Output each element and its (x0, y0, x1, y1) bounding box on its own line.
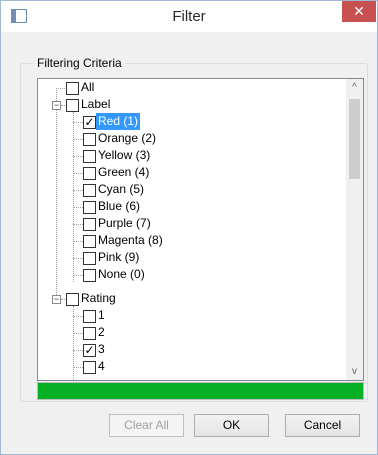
label-expander-icon[interactable]: − (52, 101, 61, 110)
label-checkbox[interactable] (83, 252, 96, 265)
label-item[interactable]: Red (1) (96, 113, 141, 130)
label-item[interactable]: Yellow (3) (96, 147, 152, 164)
close-button[interactable]: ✕ (342, 1, 376, 22)
title-bar[interactable]: Filter ✕ (1, 1, 377, 32)
label-item[interactable]: Magenta (8) (96, 232, 165, 249)
scroll-up-icon[interactable]: ^ (346, 79, 363, 96)
rating-checkbox[interactable] (83, 310, 96, 323)
tree-item-label-group[interactable]: Label (79, 96, 112, 113)
tree-item-rating-group[interactable]: Rating (79, 290, 118, 307)
label-checkbox[interactable] (83, 133, 96, 146)
clear-all-button[interactable]: Clear All (109, 414, 184, 437)
rating-item[interactable]: 1 (96, 307, 107, 324)
progress-fill (38, 383, 363, 399)
label-item[interactable]: Pink (9) (96, 249, 141, 266)
tree-item-all[interactable]: All (79, 79, 96, 96)
rating-checkbox[interactable] (83, 327, 96, 340)
label-checkbox[interactable] (83, 235, 96, 248)
scroll-down-icon[interactable]: v (346, 363, 363, 380)
label-checkbox[interactable] (83, 201, 96, 214)
criteria-tree[interactable]: All − Label − Rating ✓ Red (1) Orange (2) Y… (37, 78, 364, 381)
label-checkbox[interactable] (83, 150, 96, 163)
rating-item[interactable]: 2 (96, 324, 107, 341)
rating-checkbox[interactable] (83, 361, 96, 374)
group-label: Filtering Criteria (34, 55, 125, 71)
rating-item[interactable]: 4 (96, 358, 107, 375)
label-checkbox[interactable] (83, 184, 96, 197)
label-checkbox[interactable] (83, 167, 96, 180)
ok-button[interactable]: OK (194, 414, 269, 437)
label-item[interactable]: None (0) (96, 266, 147, 283)
label-item[interactable]: Green (4) (96, 164, 151, 181)
label-checkbox[interactable] (83, 269, 96, 282)
cancel-button[interactable]: Cancel (285, 414, 360, 437)
progress-bar (37, 382, 364, 400)
label-item[interactable]: Blue (6) (96, 198, 142, 215)
tree-content: All − Label − Rating ✓ Red (1) Orange (2) Y… (38, 79, 346, 380)
tree-scrollbar[interactable]: ^ v (346, 79, 363, 380)
label-item[interactable]: Purple (7) (96, 215, 153, 232)
label-checkbox[interactable] (83, 218, 96, 231)
label-group-checkbox[interactable] (66, 99, 79, 112)
label-item[interactable]: Cyan (5) (96, 181, 146, 198)
label-checkbox[interactable]: ✓ (83, 116, 96, 129)
rating-group-checkbox[interactable] (66, 293, 79, 306)
rating-item[interactable]: 3 (96, 341, 107, 358)
window-title: Filter (172, 8, 206, 25)
rating-expander-icon[interactable]: − (52, 295, 61, 304)
label-item[interactable]: Orange (2) (96, 130, 158, 147)
scroll-thumb[interactable] (349, 99, 360, 179)
rating-checkbox[interactable]: ✓ (83, 344, 96, 357)
all-checkbox[interactable] (66, 82, 79, 95)
